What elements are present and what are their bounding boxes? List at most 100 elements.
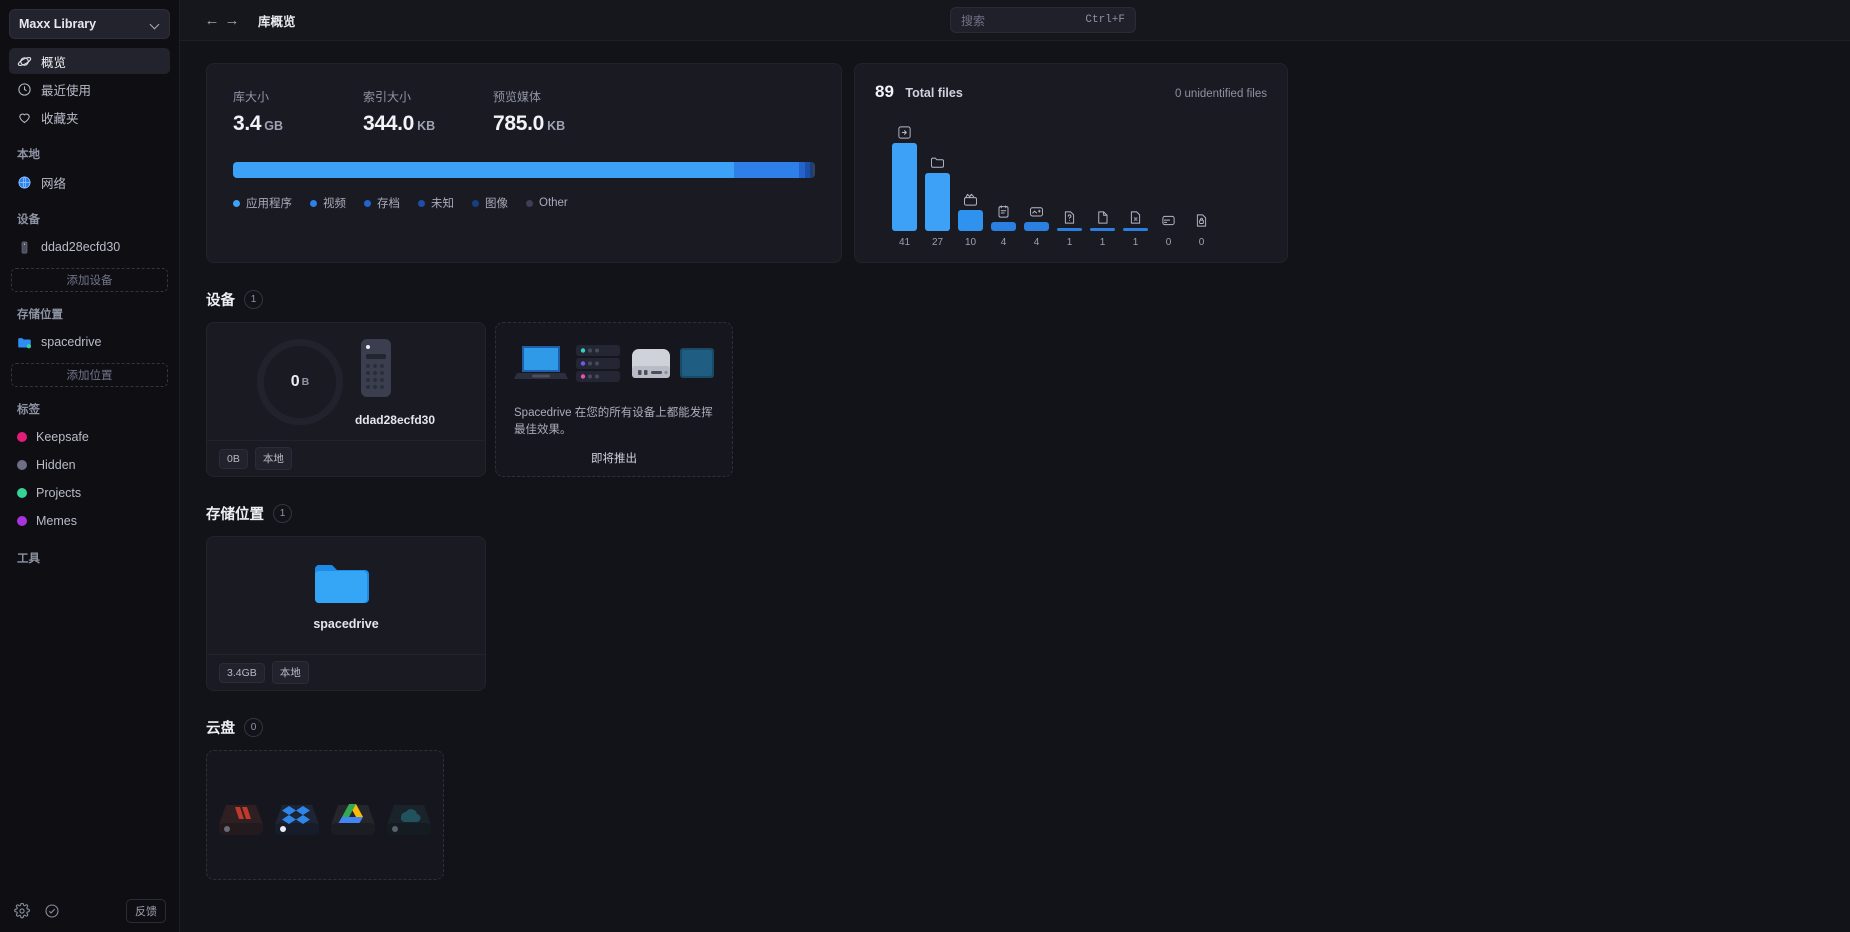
search-shortcut: Ctrl+F	[1085, 14, 1125, 26]
file-kind-bar[interactable]: 1	[1119, 208, 1152, 248]
heart-icon	[19, 113, 30, 123]
legend-color-dot	[310, 199, 317, 207]
server-rack-icon	[576, 345, 620, 382]
library-name: Maxx Library	[19, 17, 97, 31]
feedback-button[interactable]: 反馈	[126, 899, 166, 923]
file-kind-bar[interactable]: 4	[1020, 202, 1053, 248]
topbar: ← → 库概览 搜索 Ctrl+F	[180, 0, 1850, 41]
check-circle-icon[interactable]	[44, 903, 60, 919]
stat-value: 3.4	[233, 112, 262, 135]
stat-label: 索引大小	[363, 90, 412, 104]
bar-value-label: 1	[1099, 237, 1106, 248]
stat-label: 库大小	[233, 90, 270, 104]
legend-item: 图像	[472, 195, 508, 211]
devices-section-header: 设备 1	[206, 289, 1824, 310]
device-size-pill: 0B	[219, 448, 248, 469]
file-kind-bar[interactable]: 10	[954, 190, 987, 248]
device-card-footer: 0B 本地	[207, 440, 485, 476]
stat-value: 344.0	[363, 112, 415, 135]
clock-icon	[18, 82, 31, 96]
section-count: 1	[273, 504, 292, 523]
sidebar-item-location[interactable]: spacedrive	[9, 329, 170, 355]
unknown-file-icon	[1062, 208, 1077, 225]
file-kind-bar[interactable]: 0	[1152, 211, 1185, 248]
file-kind-bar[interactable]: 27	[921, 153, 954, 248]
locations-section: 存储位置 1 spacedrive 3.4GB 本地	[180, 503, 1850, 691]
cloud-promo-card	[206, 750, 444, 880]
file-kind-bar[interactable]: 1	[1053, 208, 1086, 248]
back-button[interactable]: ←	[202, 12, 222, 29]
forward-button[interactable]: →	[222, 12, 242, 29]
locations-section-header: 存储位置 1	[206, 503, 1824, 524]
folder-icon	[18, 337, 31, 348]
sidebar-item-network[interactable]: 网络	[9, 169, 170, 195]
sidebar-item-recent[interactable]: 最近使用	[9, 76, 170, 102]
sidebar-item-label: ddad28ecfd30	[41, 240, 121, 254]
stat-unit: GB	[264, 119, 284, 133]
sidebar-footer: 反馈	[0, 890, 180, 932]
add-device-button[interactable]: 添加设备	[11, 268, 168, 292]
promo-cta: 即将推出	[591, 452, 637, 465]
bar-value-label: 1	[1066, 237, 1073, 248]
bar-value-label: 4	[1000, 237, 1007, 248]
cloud-drive-icon	[387, 805, 431, 835]
sidebar-item-tag-memes[interactable]: Memes	[9, 508, 170, 534]
bar-rect	[958, 210, 983, 231]
device-card[interactable]: 0B ddad28ecfd30 0B 本地	[206, 322, 486, 477]
legend-label: 图像	[485, 198, 508, 210]
add-location-button[interactable]: 添加位置	[11, 363, 168, 387]
location-card-footer: 3.4GB 本地	[207, 654, 485, 690]
stat-unit: KB	[547, 119, 566, 133]
sidebar-item-tag-projects[interactable]: Projects	[9, 480, 170, 506]
legend-color-dot	[526, 199, 533, 207]
sidebar-item-tag-keepsafe[interactable]: Keepsafe	[9, 424, 170, 450]
device-usage-ring: 0B	[256, 338, 343, 425]
book-file-icon	[996, 202, 1011, 219]
stat-value-wrap: 3.4 GB	[233, 112, 363, 136]
sidebar-item-label: 最近使用	[41, 83, 92, 98]
stat-value-wrap: 344.0 KB	[363, 112, 493, 136]
devices-section: 设备 1 0B ddad28ecfd30 0B 本地 Spacedrive 在您…	[180, 289, 1850, 477]
sidebar-item-overview[interactable]: 概览	[9, 48, 170, 74]
sidebar-group-tags: 标签	[17, 404, 40, 416]
device-promo-card: Spacedrive 在您的所有设备上都能发挥最佳效果。 即将推出	[495, 322, 733, 477]
legend-item: 视频	[310, 195, 346, 211]
gear-icon[interactable]	[14, 903, 30, 919]
laptop-icon	[514, 346, 568, 379]
location-name: spacedrive	[313, 616, 379, 631]
location-card-body: spacedrive	[207, 537, 485, 654]
legend-label: 存档	[377, 198, 400, 210]
planet-icon	[17, 56, 32, 66]
bar-rect	[925, 173, 950, 231]
storage-legend: 应用程序 视频 存档 未知 图像 Other	[233, 195, 815, 211]
red-drive-icon	[219, 805, 263, 835]
file-kinds-bars: 41 27 10 4 4 1 1 1 0 0	[875, 102, 1267, 248]
sidebar-item-favorites[interactable]: 收藏夹	[9, 104, 170, 130]
legend-color-dot	[472, 199, 479, 207]
unidentified-files-label: 0 unidentified files	[1174, 88, 1267, 100]
stat-value-wrap: 785.0 KB	[493, 112, 653, 136]
sidebar-item-tag-hidden[interactable]: Hidden	[9, 452, 170, 478]
file-kind-bar[interactable]: 4	[987, 202, 1020, 248]
file-kind-bar[interactable]: 1	[1086, 208, 1119, 248]
section-count: 0	[244, 718, 263, 737]
location-card[interactable]: spacedrive 3.4GB 本地	[206, 536, 486, 691]
library-switcher[interactable]: Maxx Library	[9, 9, 170, 39]
document-file-icon	[1095, 208, 1110, 225]
search-input[interactable]: 搜索 Ctrl+F	[950, 7, 1136, 33]
file-kinds-card: 89 Total files 0 unidentified files 41 27…	[854, 63, 1288, 263]
legend-item: 未知	[418, 195, 454, 211]
content-scroll: 库大小 3.4 GB 索引大小 344.0 KB 预览媒体 785.0 KB 应…	[180, 41, 1850, 932]
stats-row: 库大小 3.4 GB 索引大小 344.0 KB 预览媒体 785.0 KB	[233, 88, 815, 136]
sidebar-item-device[interactable]: ddad28ecfd30	[9, 234, 170, 260]
bar-rect	[892, 143, 917, 231]
sidebar-item-label: Hidden	[36, 458, 76, 472]
certificate-file-icon	[1128, 208, 1143, 225]
globe-icon	[18, 176, 31, 188]
device-card-body: 0B ddad28ecfd30	[207, 323, 485, 440]
sidebar-group-devices: 设备	[17, 214, 40, 226]
file-kind-bar[interactable]: 0	[1185, 211, 1218, 248]
legend-label: 应用程序	[246, 198, 292, 210]
promo-illustration	[514, 340, 714, 393]
file-kind-bar[interactable]: 41	[888, 123, 921, 248]
